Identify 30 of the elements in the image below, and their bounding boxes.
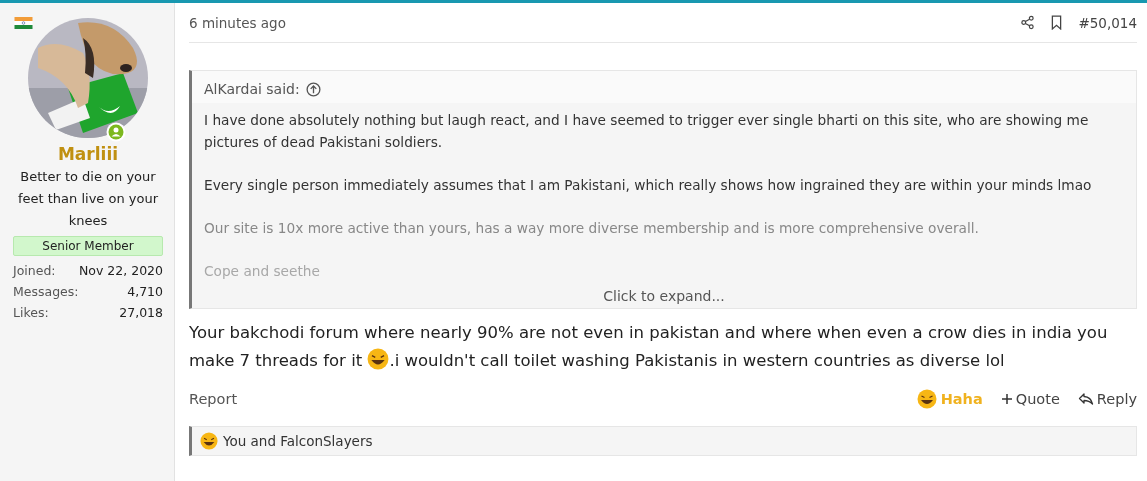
stat-value: Nov 22, 2020 — [78, 262, 163, 280]
quote-paragraph: Cope and seethe — [204, 262, 321, 281]
reactions-summary-link[interactable]: You and FalconSlayers — [223, 433, 373, 449]
rank-badge: Senior Member — [13, 236, 163, 256]
stat-label: Likes: — [13, 304, 49, 322]
laughing-emoji-icon — [916, 389, 937, 409]
share-icon[interactable] — [1020, 15, 1036, 30]
user-title: Better to die on your feet than live on your knees — [16, 168, 160, 230]
jump-up-icon[interactable] — [305, 81, 321, 97]
click-to-expand-link[interactable]: Click to expand... — [603, 288, 725, 304]
stat-label: Joined: — [13, 262, 56, 280]
post-time[interactable]: 6 minutes ago — [189, 14, 286, 31]
report-link[interactable]: Report — [189, 391, 238, 407]
quote-paragraph: I have done absolutely nothing but laugh react, and I have seemed to trigger ever single bharti on this site, who are showing me pictures of dead Pakistani soldiers. — [204, 111, 1090, 152]
bookmark-icon[interactable] — [1051, 15, 1063, 30]
stat-label: Messages: — [13, 283, 79, 301]
stat-value: 4,710 — [127, 283, 163, 301]
quote-paragraph: Our site is 10x more active than yours, has a way more diverse membership and is more comprehensive overall. — [204, 219, 980, 238]
quote-paragraph: Every single person immediately assumes that I am Pakistani, which really shows how ingrained they are within your minds lmao — [204, 176, 1093, 195]
plus-icon — [1000, 393, 1013, 405]
laughing-emoji-icon — [200, 432, 218, 450]
reply-button[interactable]: Reply — [1077, 391, 1137, 407]
india-flag-icon — [14, 17, 33, 29]
laughing-emoji-icon — [367, 348, 390, 370]
reply-arrow-icon — [1077, 392, 1094, 406]
quote-author-link[interactable]: AlKardai said: — [204, 81, 300, 97]
post-number-link[interactable]: #50,014 — [1078, 14, 1137, 31]
quote-button[interactable]: Quote — [1000, 391, 1060, 407]
post-message: Your bakchodi forum where nearly 90% are not even in pakistan and where when even a crow dies in india you make 7 threads for it .i wouldn't call toilet washing Pakistanis in western countries as diverse lol — [189, 322, 1109, 372]
stat-value: 27,018 — [119, 304, 163, 322]
